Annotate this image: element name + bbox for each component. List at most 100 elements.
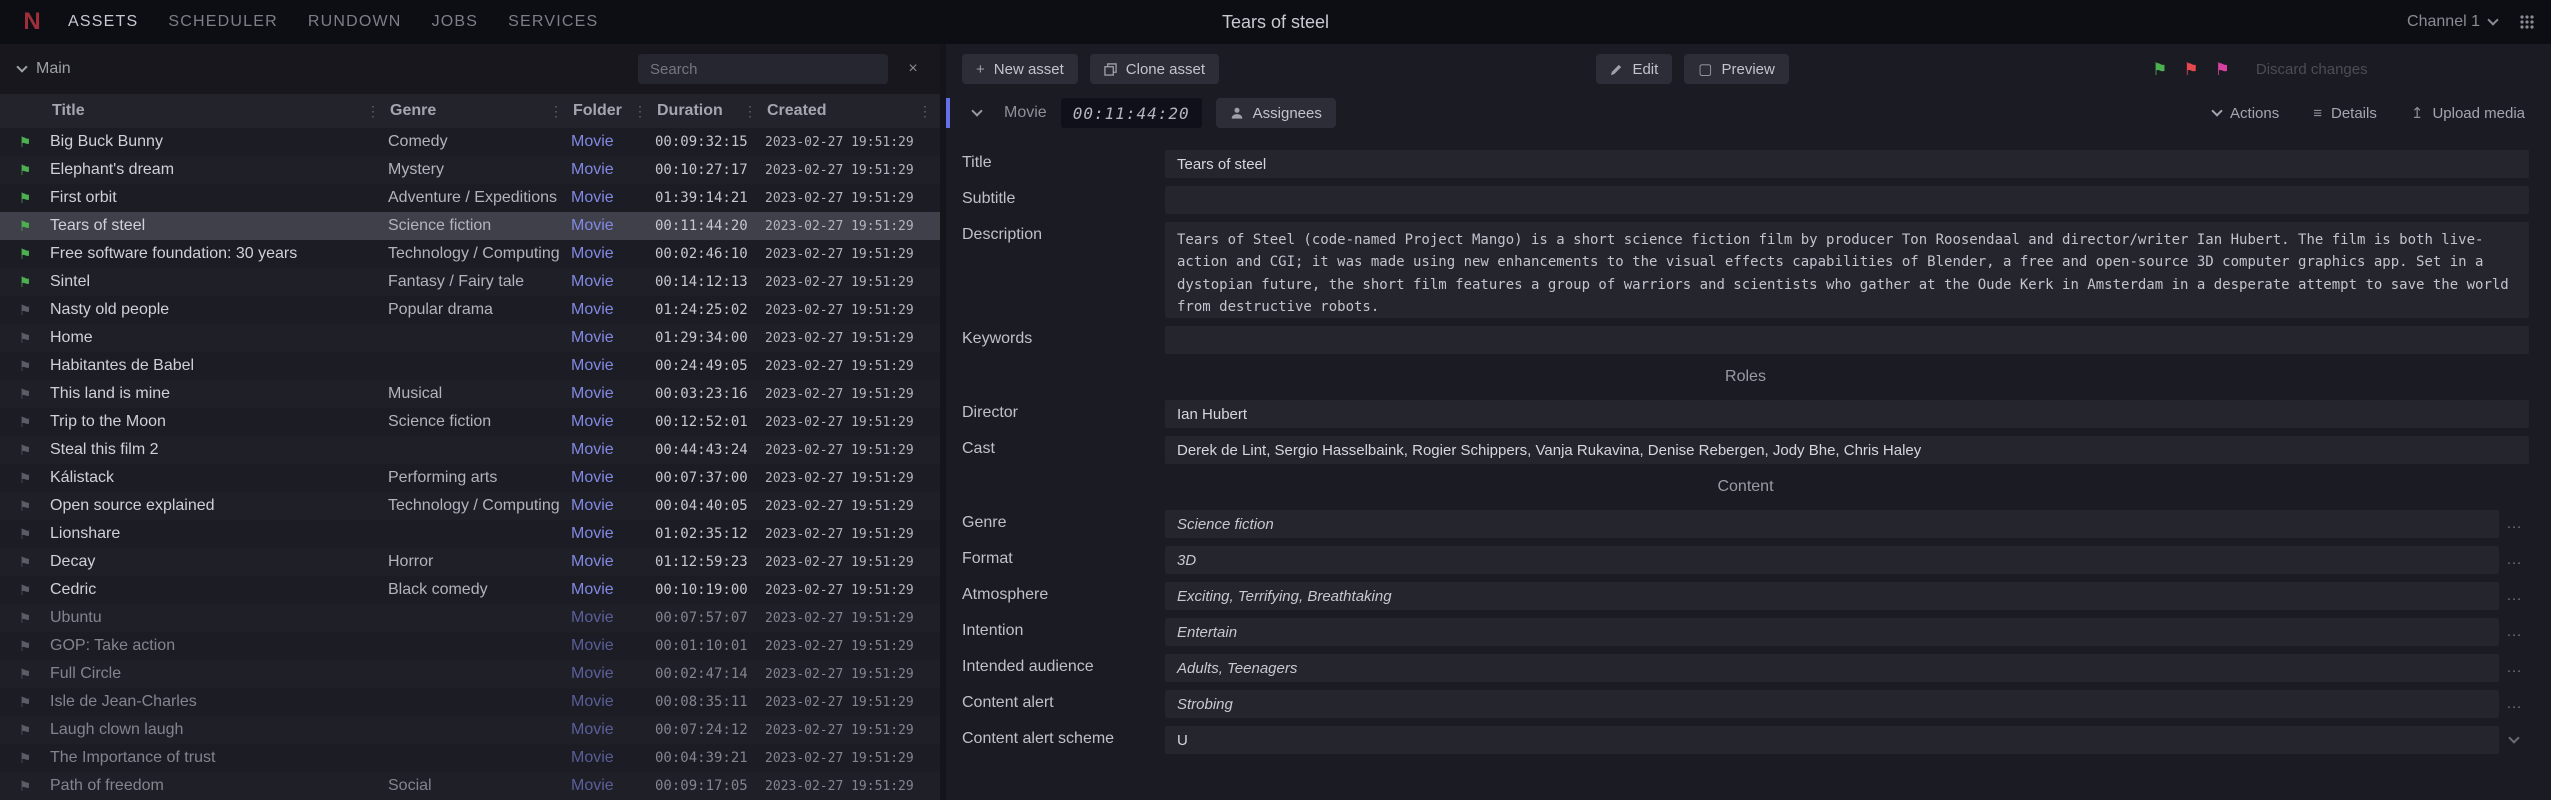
table-row[interactable]: ⚑ Trip to the Moon Science fiction Movie 00:…	[0, 408, 940, 436]
table-row[interactable]: ⚑ Free software foundation: 30 years Techn…	[0, 240, 940, 268]
table-row[interactable]: ⚑ First orbit Adventure / Expeditions Movie…	[0, 184, 940, 212]
clone-asset-button[interactable]: Clone asset	[1089, 54, 1220, 84]
asset-folder-link[interactable]: Movie	[571, 329, 655, 347]
asset-folder-link[interactable]: Movie	[571, 301, 655, 319]
asset-folder-link[interactable]: Movie	[571, 441, 655, 459]
field-keywords[interactable]	[1165, 326, 2529, 354]
field-description[interactable]: Tears of Steel (code-named Project Mango…	[1165, 222, 2529, 318]
asset-folder-link[interactable]: Movie	[571, 273, 655, 291]
asset-folder-link[interactable]: Movie	[571, 497, 655, 515]
field-title[interactable]: Tears of steel	[1165, 150, 2529, 178]
asset-folder-link[interactable]: Movie	[571, 777, 655, 795]
asset-folder-link[interactable]: Movie	[571, 357, 655, 375]
channel-selector[interactable]: Channel 1	[2407, 13, 2499, 31]
asset-folder-link[interactable]: Movie	[571, 217, 655, 235]
new-asset-button[interactable]: + New asset	[962, 54, 1078, 84]
table-row[interactable]: ⚑ Ubuntu Movie 00:07:57:07 2023-02-27 19:51:…	[0, 604, 940, 632]
table-row[interactable]: ⚑ GOP: Take action Movie 00:01:10:01 2023-02…	[0, 632, 940, 660]
asset-folder-link[interactable]: Movie	[571, 189, 655, 207]
qc-flag-green-icon[interactable]: ⚑	[2152, 61, 2167, 78]
column-menu-icon[interactable]: ⋮	[743, 103, 757, 120]
field-genre[interactable]: Science fiction	[1165, 510, 2499, 538]
view-selector[interactable]: Main	[12, 60, 77, 78]
edit-button[interactable]: Edit	[1596, 54, 1673, 84]
column-header-folder[interactable]: Folder ⋮	[571, 94, 655, 128]
asset-folder-link[interactable]: Movie	[571, 133, 655, 151]
field-cast[interactable]: Derek de Lint, Sergio Hasselbaink, Rogie…	[1165, 436, 2529, 464]
field-dropdown-button[interactable]	[2499, 726, 2529, 754]
table-row[interactable]: ⚑ Elephant's dream Mystery Movie 00:10:27:17…	[0, 156, 940, 184]
field-more-icon[interactable]: …	[2499, 654, 2529, 682]
column-menu-icon[interactable]: ⋮	[918, 103, 932, 120]
table-row[interactable]: ⚑ Nasty old people Popular drama Movie 01:24…	[0, 296, 940, 324]
field-intended-audience[interactable]: Adults, Teenagers	[1165, 654, 2499, 682]
table-row[interactable]: ⚑ Lionshare Movie 01:02:35:12 2023-02-27 19:…	[0, 520, 940, 548]
field-content-alert-scheme[interactable]: U	[1165, 726, 2499, 754]
table-row[interactable]: ⚑ Home Movie 01:29:34:00 2023-02-27 19:51:29	[0, 324, 940, 352]
clear-search-icon[interactable]: ×	[898, 54, 928, 84]
timecode-display[interactable]: 00:11:44:20	[1060, 98, 1202, 128]
field-format[interactable]: 3D	[1165, 546, 2499, 574]
menu-item-scheduler[interactable]: SCHEDULER	[168, 13, 278, 31]
table-row[interactable]: ⚑ This land is mine Musical Movie 00:03:23:1…	[0, 380, 940, 408]
discard-changes-button[interactable]: Discard changes	[2242, 54, 2382, 84]
asset-folder-link[interactable]: Movie	[571, 637, 655, 655]
asset-folder-link[interactable]: Movie	[571, 749, 655, 767]
asset-folder-link[interactable]: Movie	[571, 161, 655, 179]
column-menu-icon[interactable]: ⋮	[633, 103, 647, 120]
menu-item-jobs[interactable]: JOBS	[432, 13, 479, 31]
menu-item-rundown[interactable]: RUNDOWN	[308, 13, 402, 31]
asset-folder-link[interactable]: Movie	[571, 385, 655, 403]
asset-folder-link[interactable]: Movie	[571, 553, 655, 571]
menu-item-assets[interactable]: ASSETS	[68, 13, 138, 31]
asset-folder-link[interactable]: Movie	[571, 693, 655, 711]
search-input[interactable]	[638, 54, 888, 84]
table-row[interactable]: ⚑ Tears of steel Science fiction Movie 00:11…	[0, 212, 940, 240]
field-subtitle[interactable]	[1165, 186, 2529, 214]
table-row[interactable]: ⚑ Laugh clown laugh Movie 00:07:24:12 2023-0…	[0, 716, 940, 744]
collapse-chevron-button[interactable]	[964, 100, 990, 126]
column-header-title[interactable]: Title ⋮	[50, 94, 388, 128]
table-row[interactable]: ⚑ The Importance of trust Movie 00:04:39:21…	[0, 744, 940, 772]
qc-flag-pink-icon[interactable]: ⚑	[2215, 61, 2230, 78]
table-row[interactable]: ⚑ Steal this film 2 Movie 00:44:43:24 2023-0…	[0, 436, 940, 464]
field-more-icon[interactable]: …	[2499, 510, 2529, 538]
field-more-icon[interactable]: …	[2499, 582, 2529, 610]
field-content-alert[interactable]: Strobing	[1165, 690, 2499, 718]
asset-folder-link[interactable]: Movie	[571, 609, 655, 627]
table-row[interactable]: ⚑ Habitantes de Babel Movie 00:24:49:05 2023…	[0, 352, 940, 380]
asset-folder-link[interactable]: Movie	[571, 721, 655, 739]
table-row[interactable]: ⚑ Open source explained Technology / Compu…	[0, 492, 940, 520]
field-director[interactable]: Ian Hubert	[1165, 400, 2529, 428]
table-row[interactable]: ⚑ Full Circle Movie 00:02:47:14 2023-02-27 1…	[0, 660, 940, 688]
column-header-created[interactable]: Created ⋮	[765, 94, 940, 128]
column-menu-icon[interactable]: ⋮	[366, 103, 380, 120]
assignees-button[interactable]: Assignees	[1215, 98, 1336, 128]
apps-grid-icon[interactable]	[2519, 14, 2535, 30]
actions-button[interactable]: Actions	[2203, 98, 2289, 128]
field-atmosphere[interactable]: Exciting, Terrifying, Breathtaking	[1165, 582, 2499, 610]
field-more-icon[interactable]: …	[2499, 690, 2529, 718]
table-row[interactable]: ⚑ Kálistack Performing arts Movie 00:07:37:0…	[0, 464, 940, 492]
asset-folder-link[interactable]: Movie	[571, 245, 655, 263]
qc-flag-red-icon[interactable]: ⚑	[2183, 61, 2198, 78]
asset-folder-link[interactable]: Movie	[571, 413, 655, 431]
table-row[interactable]: ⚑ Isle de Jean-Charles Movie 00:08:35:11 202…	[0, 688, 940, 716]
upload-media-button[interactable]: ↥ Upload media	[2401, 98, 2535, 128]
column-header-genre[interactable]: Genre ⋮	[388, 94, 571, 128]
field-intention[interactable]: Entertain	[1165, 618, 2499, 646]
column-menu-icon[interactable]: ⋮	[549, 103, 563, 120]
column-header-duration[interactable]: Duration ⋮	[655, 94, 765, 128]
table-row[interactable]: ⚑ Decay Horror Movie 01:12:59:23 2023-02-27 1…	[0, 548, 940, 576]
asset-folder-link[interactable]: Movie	[571, 665, 655, 683]
field-more-icon[interactable]: …	[2499, 618, 2529, 646]
table-row[interactable]: ⚑ Big Buck Bunny Comedy Movie 00:09:32:15 202…	[0, 128, 940, 156]
app-logo[interactable]: N	[16, 6, 48, 38]
preview-button[interactable]: ▢ Preview	[1684, 54, 1789, 84]
details-button[interactable]: ≡ Details	[2303, 98, 2387, 128]
asset-folder-link[interactable]: Movie	[571, 581, 655, 599]
field-more-icon[interactable]: …	[2499, 546, 2529, 574]
table-row[interactable]: ⚑ Sintel Fantasy / Fairy tale Movie 00:14:12…	[0, 268, 940, 296]
asset-folder-link[interactable]: Movie	[571, 525, 655, 543]
menu-item-services[interactable]: SERVICES	[508, 13, 598, 31]
